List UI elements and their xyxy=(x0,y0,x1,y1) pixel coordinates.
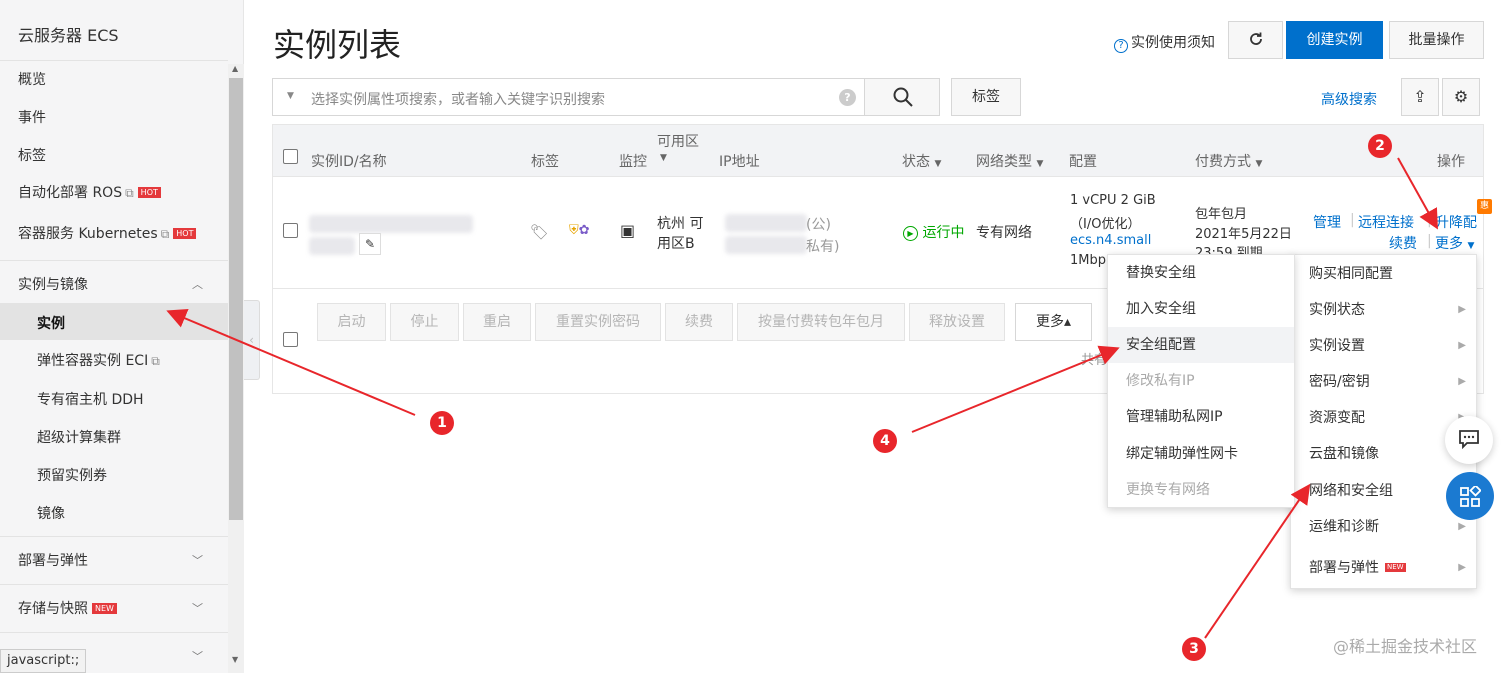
annotation-badge-4: 4 xyxy=(873,429,897,453)
watermark: @稀土掘金技术社区 xyxy=(1333,637,1478,656)
annotation-badge-3: 3 xyxy=(1182,637,1206,661)
annotation-badge-1: 1 xyxy=(430,411,454,435)
annotation-badge-2: 2 xyxy=(1368,134,1392,158)
annotation-arrows xyxy=(166,157,1438,639)
